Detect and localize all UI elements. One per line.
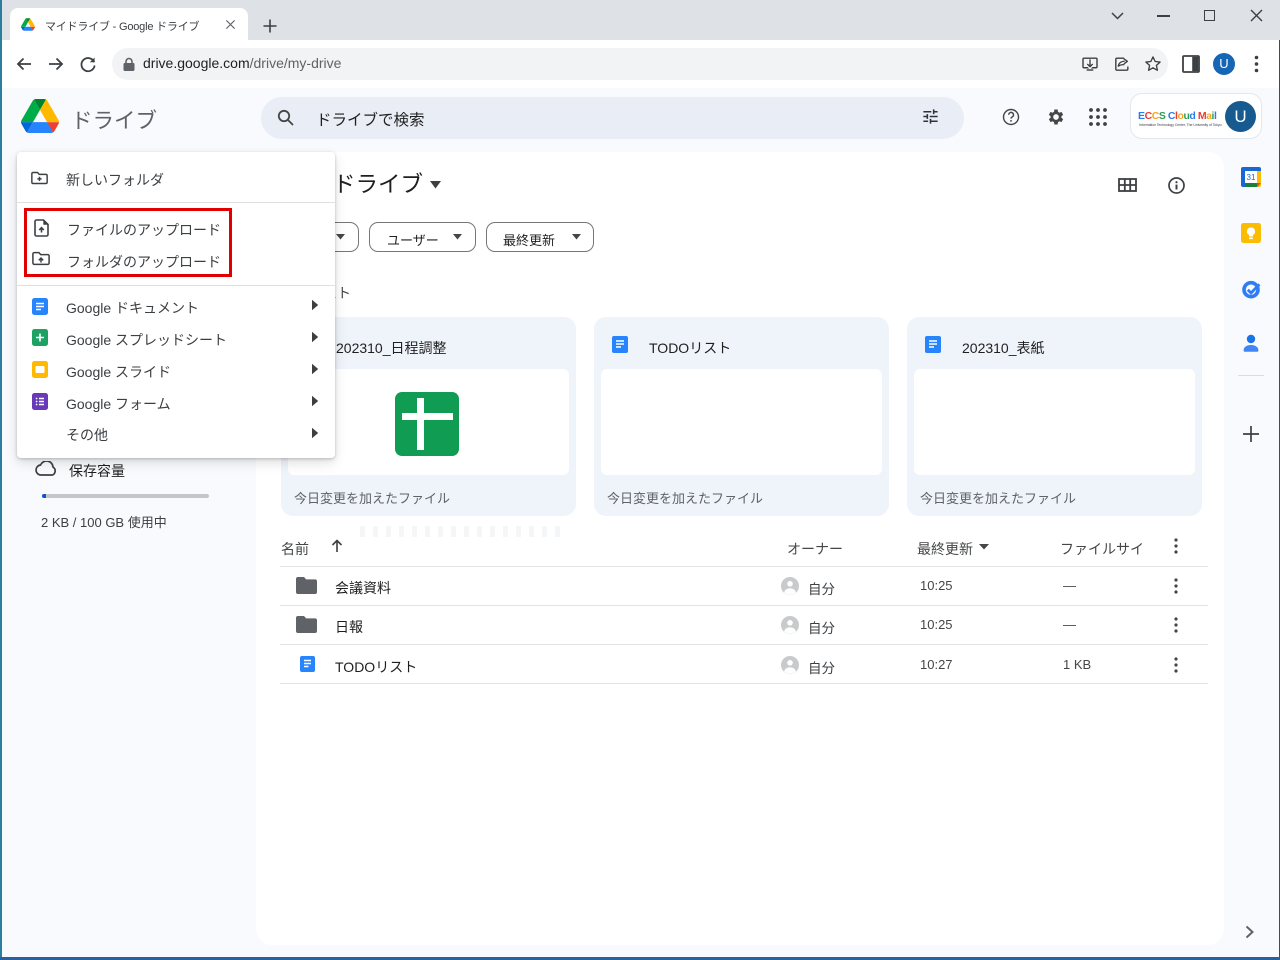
svg-text:31: 31 [1247, 173, 1256, 182]
